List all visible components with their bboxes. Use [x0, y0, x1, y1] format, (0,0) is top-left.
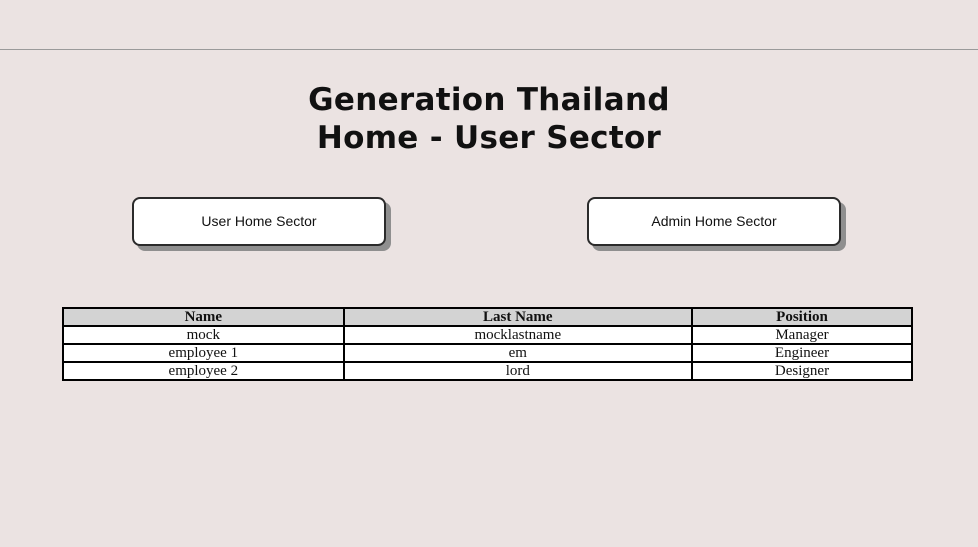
column-header-position: Position [691, 307, 913, 327]
table-row: employee 1 em Engineer [62, 343, 913, 363]
column-header-last-name: Last Name [342, 307, 694, 327]
cell-name: employee 2 [62, 361, 345, 381]
cell-last-name: mocklastname [342, 325, 694, 345]
page-title: Generation Thailand Home - User Sector [0, 81, 978, 157]
cell-name: mock [62, 325, 345, 345]
admin-home-sector-button[interactable]: Admin Home Sector [587, 197, 841, 246]
cell-position: Engineer [691, 343, 913, 363]
header-divider [0, 49, 978, 50]
cell-position: Designer [691, 361, 913, 381]
page-title-line-2: Home - User Sector [316, 120, 662, 156]
cell-last-name: lord [342, 361, 694, 381]
table-row: mock mocklastname Manager [62, 325, 913, 345]
employee-table: Name Last Name Position mock mocklastnam… [62, 307, 913, 381]
cell-position: Manager [691, 325, 913, 345]
table-header-row: Name Last Name Position [62, 307, 913, 327]
cell-last-name: em [342, 343, 694, 363]
page-title-line-1: Generation Thailand [308, 82, 670, 118]
column-header-name: Name [62, 307, 345, 327]
table-row: employee 2 lord Designer [62, 361, 913, 381]
cell-name: employee 1 [62, 343, 345, 363]
user-home-sector-button[interactable]: User Home Sector [132, 197, 386, 246]
